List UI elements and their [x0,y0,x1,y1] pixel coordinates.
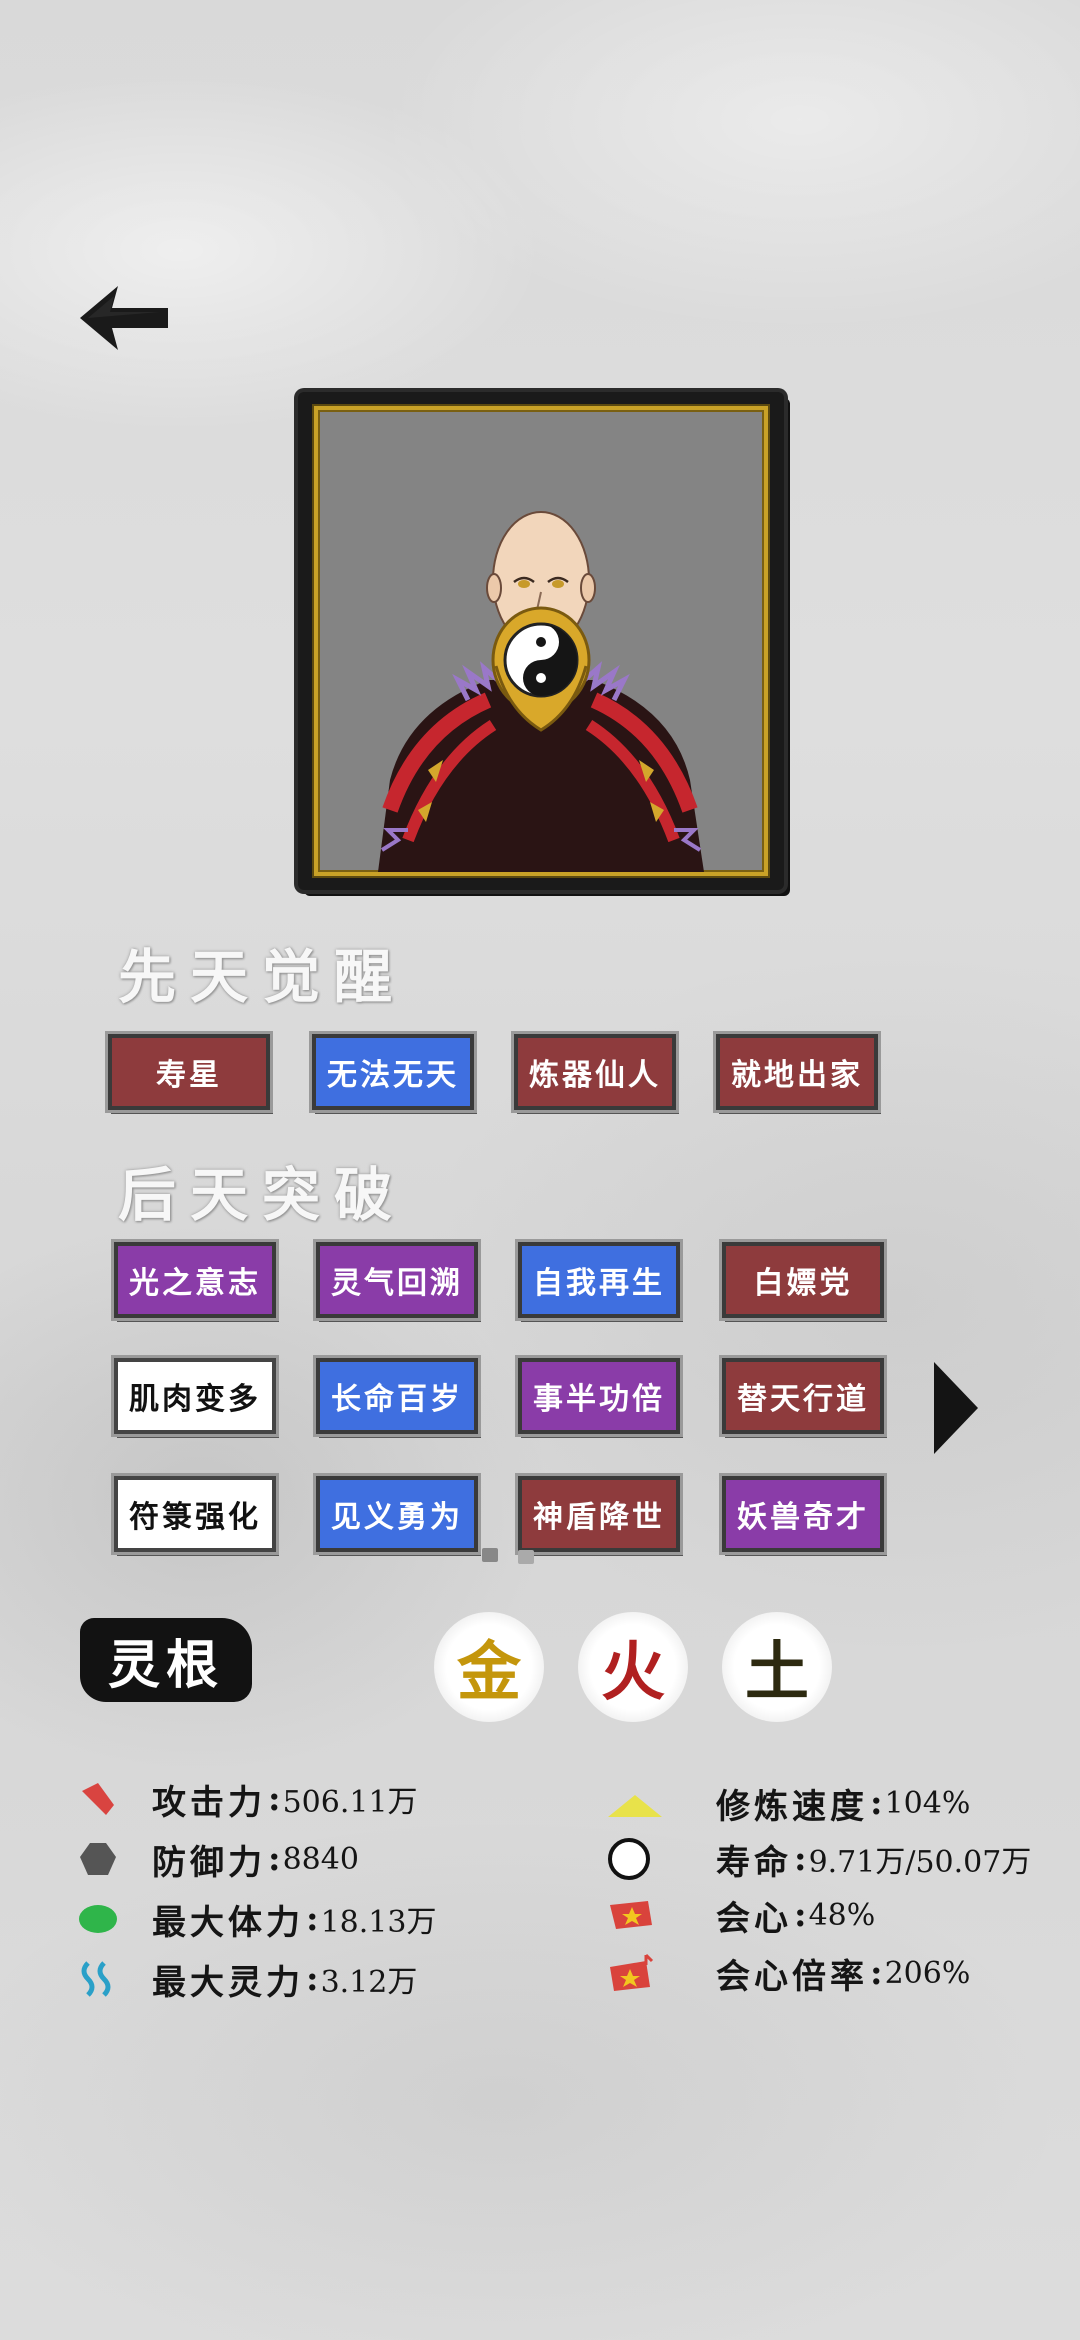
stat-critical-multiplier: 会心倍率:206% [606,1948,970,1998]
element-metal: 金 [434,1612,544,1722]
lifespan-icon [608,1838,650,1880]
spiritual-root-label: 灵根 [80,1618,252,1702]
innate-trait-4[interactable]: 就地出家 [713,1031,881,1113]
acquired-trait-4[interactable]: 白嫖党 [719,1239,887,1321]
page-indicator-dot-2 [518,1550,534,1564]
defense-icon [80,1843,116,1875]
back-arrow-icon [80,286,168,350]
element-earth: 土 [722,1612,832,1722]
innate-trait-3[interactable]: 炼器仙人 [511,1031,679,1113]
health-icon [79,1905,117,1933]
acquired-trait-9[interactable]: 符箓强化 [111,1473,279,1555]
character-portrait-frame [298,392,784,890]
innate-awakening-title: 先天觉醒 [118,943,407,1011]
page-indicator-dot-1 [482,1548,498,1562]
spirit-icon [81,1961,111,1997]
acquired-trait-2[interactable]: 灵气回溯 [313,1239,481,1321]
acquired-trait-6[interactable]: 长命百岁 [313,1355,481,1437]
acquired-trait-10[interactable]: 见义勇为 [313,1473,481,1555]
attack-icon [82,1783,114,1815]
right-triangle-icon [934,1362,978,1454]
back-button[interactable] [78,282,170,354]
acquired-breakthrough-title: 后天突破 [118,1161,407,1229]
element-fire: 火 [578,1612,688,1722]
stat-max-health: 最大体力:18.13万 [78,1894,436,1944]
character-portrait [314,406,768,876]
acquired-trait-12[interactable]: 妖兽奇才 [719,1473,887,1555]
stat-cultivation-speed: 修炼速度:104% [606,1778,970,1828]
cultivation-speed-icon [608,1795,662,1817]
acquired-trait-1[interactable]: 光之意志 [111,1239,279,1321]
acquired-trait-3[interactable]: 自我再生 [515,1239,683,1321]
stat-critical: 会心:48% [606,1890,875,1940]
stat-defense: 防御力:8840 [78,1834,359,1884]
innate-trait-2[interactable]: 无法无天 [309,1031,477,1113]
next-page-button[interactable] [932,1360,980,1456]
acquired-trait-7[interactable]: 事半功倍 [515,1355,683,1437]
innate-trait-1[interactable]: 寿星 [105,1031,273,1113]
stat-attack: 攻击力:506.11万 [78,1774,418,1824]
critical-icon [610,1901,652,1929]
acquired-trait-5[interactable]: 肌肉变多 [111,1355,279,1437]
acquired-trait-11[interactable]: 神盾降世 [515,1473,683,1555]
acquired-trait-8[interactable]: 替天行道 [719,1355,887,1437]
stat-lifespan: 寿命:9.71万/50.07万 [606,1834,1031,1884]
stat-max-spirit: 最大灵力:3.12万 [78,1954,417,2004]
critical-multiplier-icon [610,1953,654,1991]
